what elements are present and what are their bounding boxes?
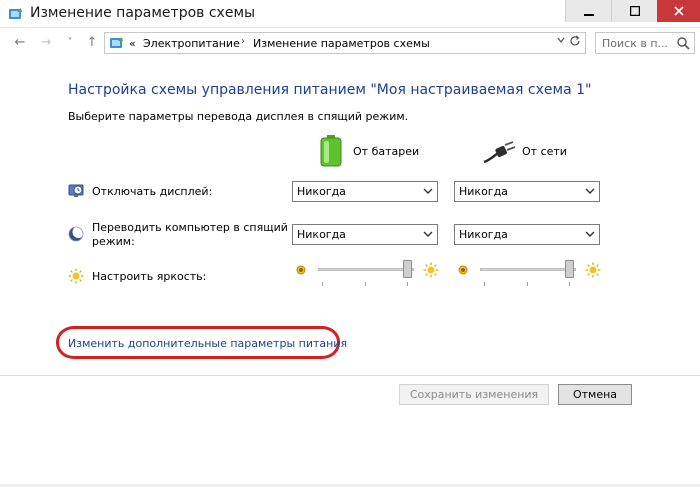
chevron-down-icon: ˅ <box>67 36 73 48</box>
slider-thumb[interactable] <box>403 260 412 278</box>
display-off-battery-select[interactable]: Никогда <box>292 181 438 202</box>
slider-tick <box>407 282 408 286</box>
navigation-bar: ← → ˅ ↑ « Электропитание › Изменение пар… <box>0 28 700 58</box>
brightness-low-icon <box>295 264 307 276</box>
chevron-down-icon <box>423 228 433 240</box>
up-arrow-icon: ↑ <box>86 34 98 50</box>
maximize-icon <box>629 6 640 16</box>
save-changes-button[interactable]: Сохранить изменения <box>399 384 549 405</box>
slider-track[interactable] <box>480 268 576 271</box>
close-icon <box>673 6 684 16</box>
recent-locations-button[interactable]: ˅ <box>62 34 78 50</box>
power-options-icon <box>109 35 125 51</box>
battery-icon <box>320 135 342 167</box>
search-placeholder: Поиск в п... <box>602 37 668 50</box>
minimize-button[interactable] <box>565 0 611 22</box>
column-battery-label: От батареи <box>353 145 420 158</box>
brightness-low-icon <box>457 264 469 276</box>
slider-tick <box>527 282 528 286</box>
advanced-power-settings-link[interactable]: Изменить дополнительные параметры питани… <box>68 337 347 350</box>
up-button[interactable]: ↑ <box>84 34 100 50</box>
address-dropdown-icon[interactable] <box>557 36 565 47</box>
window-title: Изменение параметров схемы <box>30 5 256 21</box>
slider-tick <box>365 282 366 286</box>
power-options-icon <box>8 6 24 22</box>
brightness-label: Настроить яркость: <box>92 270 207 283</box>
chevron-down-icon <box>585 228 595 240</box>
title-bar: Изменение параметров схемы <box>0 0 700 28</box>
slider-thumb[interactable] <box>565 260 574 278</box>
slider-track[interactable] <box>318 268 414 271</box>
display-off-battery-value: Никогда <box>297 185 346 198</box>
breadcrumb-power-options[interactable]: Электропитание <box>143 37 240 50</box>
sleep-label-line1: Переводить компьютер в спящий <box>92 221 288 234</box>
chevron-down-icon <box>423 185 433 197</box>
display-off-label: Отключать дисплей: <box>92 185 213 198</box>
page-subtitle: Выберите параметры перевода дисплея в сп… <box>68 110 409 123</box>
maximize-button[interactable] <box>611 0 657 22</box>
brightness-high-icon <box>585 262 601 278</box>
sleep-label-line2: режим: <box>92 235 135 248</box>
power-plug-icon <box>482 140 516 164</box>
sleep-battery-select[interactable]: Никогда <box>292 224 438 245</box>
forward-button[interactable]: → <box>38 34 54 50</box>
display-off-icon <box>68 183 84 199</box>
breadcrumb-edit-plan[interactable]: Изменение параметров схемы <box>253 37 430 50</box>
sleep-moon-icon <box>68 226 85 242</box>
brightness-sun-icon <box>68 268 84 284</box>
breadcrumb-separator[interactable]: › <box>241 36 245 47</box>
back-button[interactable]: ← <box>12 34 28 50</box>
slider-tick <box>569 282 570 286</box>
brightness-high-icon <box>423 262 439 278</box>
sleep-ac-select[interactable]: Никогда <box>454 224 600 245</box>
cancel-button[interactable]: Отмена <box>558 384 632 405</box>
slider-tick <box>484 282 485 286</box>
search-icon[interactable] <box>676 36 690 50</box>
search-field[interactable]: Поиск в п... <box>595 32 695 54</box>
minimize-icon <box>583 14 594 16</box>
page-title: Настройка схемы управления питанием "Моя… <box>68 82 592 98</box>
display-off-ac-select[interactable]: Никогда <box>454 181 600 202</box>
sleep-battery-value: Никогда <box>297 228 346 241</box>
slider-tick <box>322 282 323 286</box>
chevron-down-icon <box>585 185 595 197</box>
display-off-ac-value: Никогда <box>459 185 508 198</box>
sleep-label: Переводить компьютер в спящий режим: <box>92 221 288 249</box>
sleep-ac-value: Никогда <box>459 228 508 241</box>
column-ac-label: От сети <box>522 145 567 158</box>
close-button[interactable] <box>657 0 700 22</box>
forward-arrow-icon: → <box>40 34 52 50</box>
back-arrow-icon: ← <box>14 34 26 50</box>
address-bar[interactable]: « Электропитание › Изменение параметров … <box>104 32 586 54</box>
address-overflow-chevron[interactable]: « <box>129 37 136 50</box>
footer-divider <box>0 375 700 376</box>
refresh-icon[interactable] <box>569 35 581 50</box>
